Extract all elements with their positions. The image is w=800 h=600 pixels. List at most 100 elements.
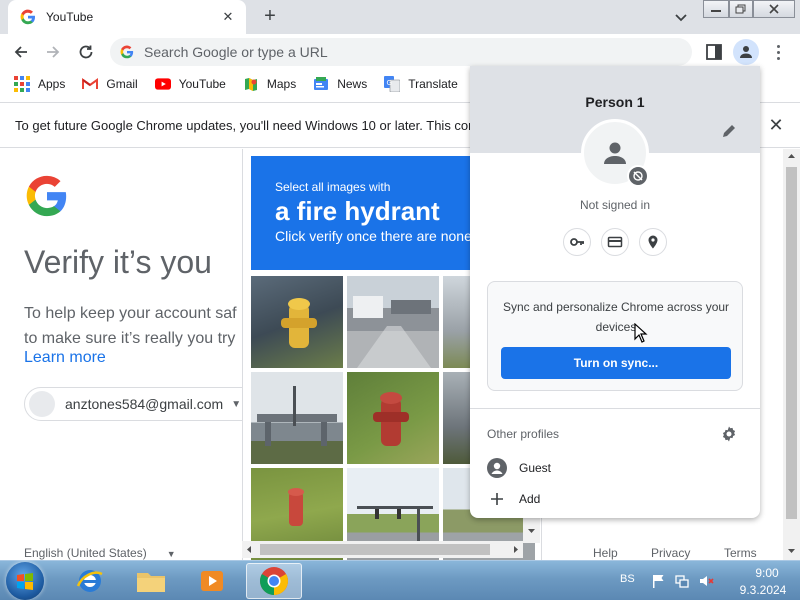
payment-methods-button[interactable] [601,228,629,256]
bookmark-label: YouTube [178,77,226,91]
account-chip[interactable]: anztones584@gmail.com ▼ [24,387,264,421]
sync-promo-card: Sync and personalize Chrome across your … [487,281,743,391]
system-tray: BS 9:00 9.3.2024 [612,561,800,600]
chrome-icon [260,567,288,595]
footer-terms-link[interactable]: Terms [724,546,757,560]
turn-on-sync-button[interactable]: Turn on sync... [501,347,731,379]
sync-off-icon [633,171,643,181]
side-panel-icon[interactable] [704,42,724,62]
tab-close-icon[interactable]: ✕ [220,9,236,25]
back-button[interactable] [9,40,33,64]
taskbar-internet-explorer[interactable] [62,563,118,599]
forward-button[interactable] [41,40,65,64]
forward-arrow-icon [47,46,60,58]
divider [470,408,760,409]
youtube-icon [154,76,171,92]
taskbar-file-explorer[interactable] [123,563,179,599]
guest-avatar-icon [487,458,507,478]
address-input[interactable] [144,44,664,60]
chevron-down-icon: ▼ [166,549,176,559]
fire-hydrant-image [373,392,409,446]
internet-explorer-icon [76,570,103,592]
footer-help-link[interactable]: Help [593,546,618,560]
gear-icon[interactable] [720,425,738,443]
account-email: anztones584@gmail.com [65,396,224,412]
clock-date[interactable]: 9.3.2024 [732,583,794,597]
page-vertical-scrollbar[interactable] [783,149,800,560]
add-profile-item[interactable]: Add [487,487,747,511]
bookmark-maps[interactable]: Maps [243,76,296,92]
scrollbar-arrows-icon [786,154,797,553]
language-label: English (United States) [24,546,147,560]
person-icon [604,142,626,164]
tab-search-chevron-icon[interactable] [672,8,690,26]
street-image [353,296,431,368]
clock-time[interactable]: 9:00 [740,566,794,580]
close-window-icon [769,4,779,14]
maps-icon [243,76,259,92]
credit-card-icon [607,236,623,248]
bookmark-label: Maps [266,77,297,91]
captcha-horizontal-scrollbar[interactable] [242,541,523,558]
browser-toolbar [0,34,800,70]
addresses-button[interactable] [639,228,667,256]
new-tab-button[interactable]: + [259,5,281,27]
windows-logo-icon [17,573,33,590]
bookmark-gmail[interactable]: Gmail [82,76,138,92]
restore-button[interactable] [729,0,753,18]
taskbar-chrome[interactable] [246,563,302,599]
profile-name: Person 1 [585,94,645,110]
guest-profile-item[interactable]: Guest [487,456,747,480]
start-button[interactable] [6,562,44,600]
captcha-tile[interactable] [347,276,439,368]
captcha-tile[interactable] [251,276,343,368]
folder-icon [137,573,165,592]
other-profiles-heading: Other profiles [487,427,560,441]
google-logo-icon [26,175,67,217]
close-window-button[interactable] [753,0,795,18]
profile-menu: Person 1 Not signed in Sync and personal… [470,66,760,518]
news-icon [313,76,329,92]
restore-icon [735,4,746,14]
add-label: Add [519,492,541,506]
action-center-flag-icon[interactable] [650,573,666,589]
mouse-cursor-icon [634,323,648,343]
infobar-close-icon[interactable]: ✕ [766,115,786,135]
tab-title: YouTube [46,10,94,24]
guest-label: Guest [519,461,552,475]
bookmark-label: News [337,77,368,91]
minimize-button[interactable] [703,0,729,18]
fire-hydrant-image [281,298,317,348]
scrollbar-arrows-icon [247,544,518,555]
edit-pencil-icon[interactable] [720,122,738,140]
volume-muted-icon[interactable] [698,573,714,589]
bookmark-news[interactable]: News [313,76,367,92]
network-icon[interactable] [674,573,690,589]
chevron-down-icon: ▼ [231,398,242,410]
person-icon [740,46,752,58]
location-pin-icon [648,235,658,249]
bookmark-translate[interactable]: G Translate [384,76,458,92]
svg-text:G: G [387,79,392,87]
omnibox[interactable] [110,38,692,66]
bookmark-label: Apps [38,77,66,91]
bookmark-youtube[interactable]: YouTube [154,76,226,92]
bookmark-apps[interactable]: Apps [14,76,65,92]
chrome-menu-button[interactable] [768,42,788,62]
page-title: Verify it’s you [24,244,212,280]
profile-button[interactable] [733,39,759,65]
bookmark-label: Gmail [106,77,138,91]
reload-button[interactable] [74,40,98,64]
language-select[interactable]: English (United States) ▼ [24,546,176,560]
apps-grid-icon [14,76,30,92]
tray-language[interactable]: BS [620,573,635,585]
captcha-tile[interactable] [347,372,439,464]
footer-privacy-link[interactable]: Privacy [651,546,690,560]
back-arrow-icon [14,46,27,58]
infobar-message: To get future Google Chrome updates, you… [15,118,476,133]
learn-more-link[interactable]: Learn more [24,349,106,367]
captcha-tile[interactable] [251,372,343,464]
tab-youtube[interactable]: YouTube ✕ [8,0,246,34]
taskbar-media-player[interactable] [184,563,240,599]
passwords-button[interactable] [563,228,591,256]
